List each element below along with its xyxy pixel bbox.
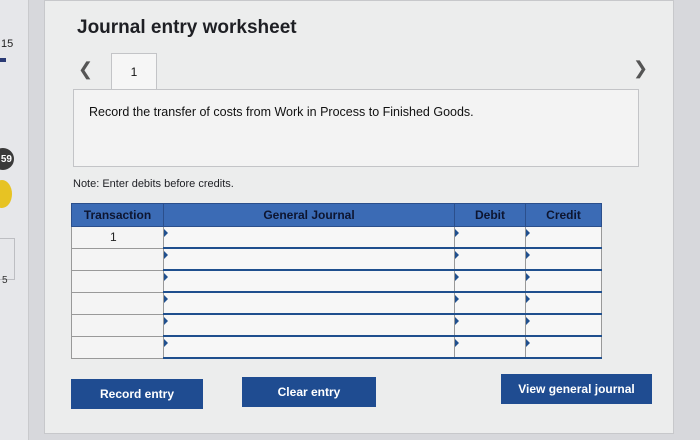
credit-input[interactable] <box>525 269 602 293</box>
general-journal-input[interactable] <box>163 291 455 315</box>
chevron-right-icon[interactable]: ❯ <box>633 58 648 79</box>
side-text: 5 <box>2 275 8 286</box>
transaction-cell <box>71 291 164 315</box>
worksheet-title: Journal entry worksheet <box>77 17 297 38</box>
header-transaction: Transaction <box>71 203 164 227</box>
table-row <box>71 247 602 271</box>
general-journal-input[interactable] <box>163 269 455 293</box>
table-row: 1 <box>71 226 602 249</box>
general-journal-input[interactable] <box>163 247 455 271</box>
left-strip: 15 59 5 <box>0 0 29 440</box>
worksheet-panel: Journal entry worksheet ❮ 1 ❯ Record the… <box>44 0 674 434</box>
note-text: Note: Enter debits before credits. <box>73 178 234 190</box>
status-dot <box>0 180 12 208</box>
debit-input[interactable] <box>454 269 526 293</box>
current-marker <box>0 58 6 62</box>
transaction-cell <box>71 247 164 271</box>
credit-input[interactable] <box>525 291 602 315</box>
side-box <box>0 238 15 280</box>
description-box: Record the transfer of costs from Work i… <box>73 89 639 167</box>
debit-input[interactable] <box>454 291 526 315</box>
debit-input[interactable] <box>454 335 526 359</box>
transaction-cell <box>71 335 164 359</box>
journal-table: Transaction General Journal Debit Credit… <box>71 203 602 359</box>
chevron-left-icon[interactable]: ❮ <box>78 59 93 80</box>
general-journal-input[interactable] <box>163 226 455 249</box>
general-journal-input[interactable] <box>163 335 455 359</box>
credit-input[interactable] <box>525 226 602 249</box>
debit-input[interactable] <box>454 226 526 249</box>
view-general-journal-button[interactable]: View general journal <box>501 374 652 404</box>
transaction-cell: 1 <box>71 226 164 249</box>
credit-input[interactable] <box>525 247 602 271</box>
transaction-cell <box>71 313 164 337</box>
header-credit: Credit <box>525 203 602 227</box>
table-row <box>71 335 602 359</box>
record-entry-button[interactable]: Record entry <box>71 379 203 409</box>
question-number[interactable]: 15 <box>1 38 13 50</box>
general-journal-input[interactable] <box>163 313 455 337</box>
debit-input[interactable] <box>454 247 526 271</box>
table-row <box>71 269 602 293</box>
table-row <box>71 291 602 315</box>
table-row <box>71 313 602 337</box>
credit-input[interactable] <box>525 335 602 359</box>
description-text: Record the transfer of costs from Work i… <box>89 105 474 119</box>
tab-entry-1[interactable]: 1 <box>111 53 157 91</box>
transaction-cell <box>71 269 164 293</box>
credit-input[interactable] <box>525 313 602 337</box>
header-debit: Debit <box>454 203 526 227</box>
clear-entry-button[interactable]: Clear entry <box>242 377 376 407</box>
debit-input[interactable] <box>454 313 526 337</box>
header-general-journal: General Journal <box>163 203 455 227</box>
score-badge: 59 <box>0 148 14 170</box>
